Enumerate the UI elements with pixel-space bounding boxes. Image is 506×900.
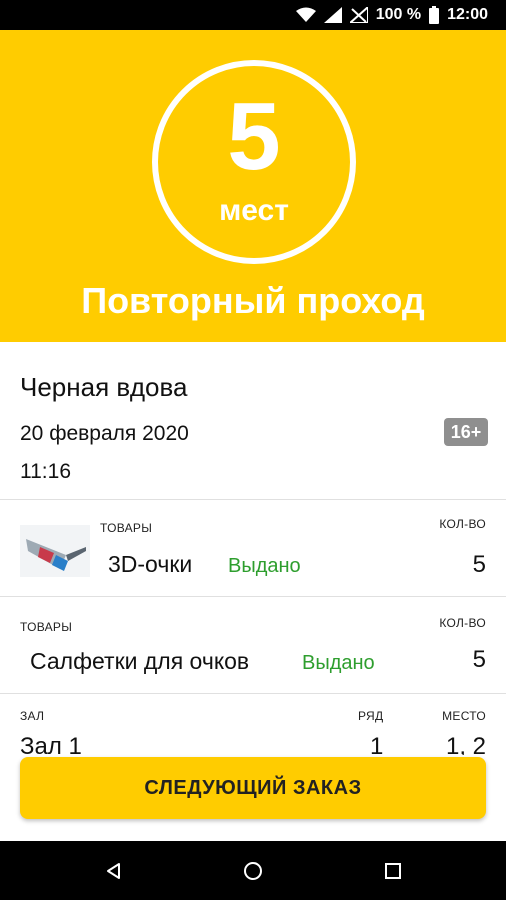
seats-count: 5 (227, 83, 281, 190)
goods-name: Салфетки для очков (30, 648, 250, 674)
goods-name: 3D-очки (108, 551, 193, 577)
goods-status: Выдано (228, 555, 301, 577)
age-rating-badge: 16+ (444, 418, 488, 446)
goods-label: ТОВАРЫ (20, 620, 73, 634)
goods-status: Выдано (302, 652, 375, 674)
bottom-action-area: СЛЕДУЮЩИЙ ЗАКАЗ (0, 755, 506, 841)
goods-row: ТОВАРЫ КОЛ-ВО Салфетки для очков Выдано … (0, 598, 506, 694)
next-order-button[interactable]: СЛЕДУЮЩИЙ ЗАКАЗ (20, 757, 486, 819)
movie-date: 20 февраля 2020 (20, 422, 189, 445)
system-nav-bar (0, 841, 506, 900)
status-bar: 100 % 12:00 (0, 0, 506, 30)
row-label: РЯД (358, 709, 384, 723)
battery-icon (429, 6, 440, 24)
hall-row: ЗАЛ РЯД МЕСТО Зал 1 1 1, 2 (0, 695, 506, 755)
seats-unit: мест (219, 194, 289, 227)
goods-qty: 5 (472, 646, 486, 673)
seat-label: МЕСТО (442, 709, 486, 723)
goods-label: ТОВАРЫ (100, 521, 153, 535)
qty-label: КОЛ-ВО (439, 616, 486, 630)
wifi-icon (295, 7, 316, 23)
qty-label: КОЛ-ВО (439, 517, 486, 531)
goods-qty: 5 (472, 551, 486, 578)
hall-value: Зал 1 (20, 733, 82, 755)
recents-icon[interactable] (377, 855, 409, 887)
battery-percent: 100 % (375, 6, 422, 23)
movie-title: Черная вдова (20, 372, 188, 402)
home-icon[interactable] (237, 855, 269, 887)
movie-info: Черная вдова 20 февраля 2020 11:16 16+ (0, 342, 506, 500)
status-time: 12:00 (447, 6, 488, 23)
signal-icon (323, 7, 342, 23)
goods-row: ТОВАРЫ КОЛ-ВО 3D-очки Выдано 5 (0, 501, 506, 597)
movie-time: 11:16 (20, 460, 71, 483)
seats-ring: 5 мест (152, 60, 356, 264)
seat-value: 1, 2 (445, 733, 486, 755)
hall-label: ЗАЛ (20, 709, 45, 723)
pass-header: 5 мест Повторный проход (0, 30, 506, 342)
signal-crossed-icon (349, 7, 368, 23)
header-title: Повторный проход (81, 280, 425, 321)
row-value: 1 (370, 733, 384, 755)
back-icon[interactable] (98, 855, 130, 887)
3d-glasses-image (20, 525, 90, 577)
